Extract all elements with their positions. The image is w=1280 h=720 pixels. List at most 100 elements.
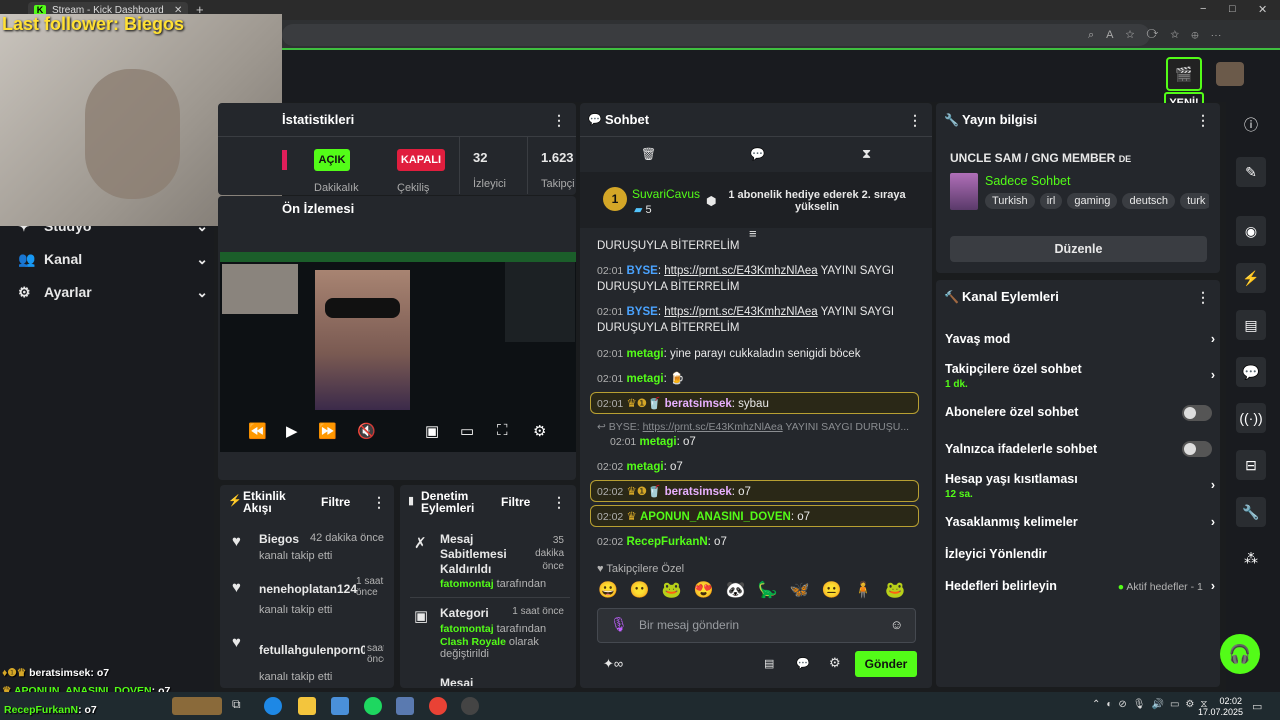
avatar[interactable] bbox=[1216, 62, 1244, 86]
play-icon[interactable]: ▶ bbox=[286, 422, 298, 440]
task-view-icon[interactable]: ⧉ bbox=[232, 697, 250, 715]
message-icon[interactable]: 💬 bbox=[750, 147, 765, 161]
emoji-icon[interactable]: ☺ bbox=[890, 617, 903, 632]
spotify-icon[interactable] bbox=[364, 697, 382, 715]
system-tray-icons[interactable]: ⌃◐⊘🎙🔊▭⚙⧖ bbox=[1092, 699, 1213, 710]
clock[interactable]: 02:02 17.07.2025 bbox=[1198, 696, 1243, 718]
browser-toolbar-icons[interactable]: ⌕A☆⟳✩⊕⋯ bbox=[1088, 29, 1234, 42]
edit-button[interactable]: Düzenle bbox=[950, 236, 1207, 262]
weather-widget[interactable] bbox=[172, 697, 222, 715]
support-headset-icon[interactable]: 🎧 bbox=[1220, 634, 1260, 674]
broadcast-icon[interactable]: ((·)) bbox=[1236, 403, 1266, 433]
category-name[interactable]: Sadece Sohbet bbox=[985, 174, 1071, 188]
action-banned-words[interactable]: Yasaklanmış kelimeler › bbox=[945, 515, 1215, 529]
tag[interactable]: deutsch bbox=[1122, 193, 1176, 209]
url-input[interactable] bbox=[282, 24, 1150, 46]
emote-row[interactable]: 😀😶🐸😍🐼🦕🦋😐🧍🐸 bbox=[598, 580, 918, 600]
username[interactable]: metagi bbox=[626, 461, 663, 473]
wrench-icon[interactable]: 🔧 bbox=[1236, 497, 1266, 527]
message-text: : bbox=[663, 373, 667, 385]
trash-icon[interactable]: 🗑 bbox=[641, 147, 656, 161]
emote-only-toggle[interactable] bbox=[1182, 441, 1212, 457]
pencil-icon[interactable]: ✎ bbox=[1236, 157, 1266, 187]
settings-gear-icon[interactable]: ⚙ bbox=[829, 655, 841, 671]
username[interactable]: metagi bbox=[639, 436, 676, 448]
info-icon[interactable]: ⓘ bbox=[1236, 110, 1266, 140]
notes-icon[interactable]: ▤ bbox=[1236, 310, 1266, 340]
tag[interactable]: irl bbox=[1039, 193, 1063, 209]
maximize-button[interactable]: □ bbox=[1229, 3, 1236, 15]
username[interactable]: BYSE bbox=[626, 306, 657, 318]
clipboard-icon[interactable]: ▤ bbox=[764, 657, 774, 670]
more-icon[interactable]: ⋮ bbox=[908, 112, 922, 129]
chat-link[interactable]: https://prnt.sc/E43KmhzNlAea bbox=[664, 306, 817, 318]
mute-icon[interactable]: 🔇 bbox=[357, 422, 376, 440]
pip-icon[interactable]: ▣ bbox=[425, 422, 439, 440]
mod-category[interactable]: Clash Royale bbox=[440, 636, 506, 648]
stream-title-line: UNCLE SAM / GNG MEMBER DE bbox=[950, 151, 1131, 165]
lightning-icon[interactable]: ⚡ bbox=[1236, 263, 1266, 293]
points-icon[interactable]: ✦∞ bbox=[603, 656, 623, 672]
message-icon[interactable]: 💬 bbox=[796, 657, 810, 670]
username[interactable]: BYSE bbox=[626, 265, 657, 277]
close-window-button[interactable]: ✕ bbox=[1258, 3, 1267, 16]
tag[interactable]: gaming bbox=[1067, 193, 1118, 209]
moderation-filter-button[interactable]: Filtre bbox=[501, 495, 530, 509]
heart-icon: ♥ bbox=[232, 533, 241, 550]
edge-icon[interactable] bbox=[264, 697, 282, 715]
notification-icon[interactable]: ▭ bbox=[1252, 700, 1262, 713]
username[interactable]: APONUN_ANASINI_DOVEN bbox=[640, 511, 791, 523]
sidebar-item-settings[interactable]: ⚙ Ayarlar ⌄ bbox=[18, 284, 208, 301]
username[interactable]: beratsimsek bbox=[665, 398, 732, 410]
username[interactable]: RecepFurkanN bbox=[626, 536, 707, 548]
action-slow-mode[interactable]: Yavaş mod › bbox=[945, 332, 1215, 346]
minimize-button[interactable]: − bbox=[1200, 3, 1206, 15]
mod-user[interactable]: fatomontaj bbox=[440, 578, 494, 590]
more-icon[interactable]: ⋮ bbox=[1196, 289, 1210, 306]
settings-gear-icon[interactable]: ⚙ bbox=[533, 422, 546, 440]
crown-icon: ♛ bbox=[626, 486, 637, 498]
chat-icon[interactable]: 💬 bbox=[1236, 357, 1266, 387]
closed-badge[interactable]: KAPALI bbox=[397, 149, 445, 171]
mod-user[interactable]: fatomontaj bbox=[440, 623, 494, 635]
apps-icon[interactable]: ⁂ bbox=[1236, 543, 1266, 573]
action-followers-only[interactable]: Takipçilere özel sohbet › 1 dk. bbox=[945, 362, 1215, 390]
mic-icon[interactable]: 🎙 bbox=[610, 616, 628, 633]
pinned-user[interactable]: SuvariCavus bbox=[632, 187, 700, 201]
subscribers-only-toggle[interactable] bbox=[1182, 405, 1212, 421]
video-player[interactable]: ⏪ ▶ ⏩ 🔇 ▣ ▭ ⛶ ⚙ bbox=[220, 252, 576, 452]
open-badge[interactable]: AÇIK bbox=[314, 149, 350, 171]
more-icon[interactable]: ⋮ bbox=[552, 494, 566, 511]
username[interactable]: beratsimsek bbox=[665, 486, 732, 498]
send-button[interactable]: Gönder bbox=[855, 651, 917, 677]
action-emote-only[interactable]: Yalnızca ifadelerle sohbet bbox=[945, 442, 1215, 456]
chrome-icon[interactable] bbox=[429, 697, 447, 715]
more-icon[interactable]: ⋮ bbox=[1196, 112, 1210, 129]
file-explorer-icon[interactable] bbox=[298, 697, 316, 715]
mail-icon[interactable] bbox=[331, 697, 349, 715]
action-raid[interactable]: İzleyici Yönlendir bbox=[945, 547, 1215, 561]
sidebar-item-channel[interactable]: 👥 Kanal ⌄ bbox=[18, 251, 208, 268]
username[interactable]: metagi bbox=[626, 373, 663, 385]
more-icon[interactable]: ⋮ bbox=[372, 494, 386, 511]
obs-icon[interactable] bbox=[461, 697, 479, 715]
tag[interactable]: turk bbox=[1180, 193, 1209, 209]
rewind-icon[interactable]: ⏪ bbox=[248, 422, 267, 440]
camera-icon[interactable]: ◉ bbox=[1236, 216, 1266, 246]
chat-link[interactable]: https://prnt.sc/E43KmhzNlAea bbox=[643, 421, 783, 433]
theater-icon[interactable]: ▭ bbox=[460, 422, 474, 440]
hourglass-icon[interactable]: ⧗ bbox=[862, 146, 871, 162]
action-subscribers-only[interactable]: Abonelere özel sohbet bbox=[945, 405, 1215, 419]
calculator-icon[interactable] bbox=[396, 697, 414, 715]
tag[interactable]: Turkish bbox=[985, 193, 1035, 209]
clip-button[interactable]: 🎬 bbox=[1166, 57, 1202, 91]
action-account-age[interactable]: Hesap yaşı kısıtlaması › 12 sa. bbox=[945, 472, 1215, 500]
more-icon[interactable]: ⋮ bbox=[552, 112, 566, 129]
fullscreen-icon[interactable]: ⛶ bbox=[497, 422, 508, 439]
action-goals[interactable]: Hedefleri belirleyin › ● Aktif hedefler - … bbox=[945, 579, 1215, 593]
chat-link[interactable]: https://prnt.sc/E43KmhzNlAea bbox=[664, 265, 817, 277]
activity-filter-button[interactable]: Filtre bbox=[321, 495, 350, 509]
username[interactable]: metagi bbox=[626, 348, 663, 360]
forward-icon[interactable]: ⏩ bbox=[318, 422, 337, 440]
layout-icon[interactable]: ⊟ bbox=[1236, 450, 1266, 480]
